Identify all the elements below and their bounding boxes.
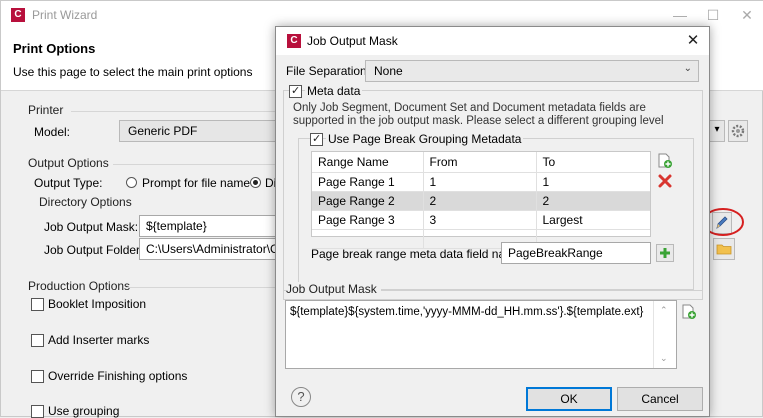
table-cell: Page Range 1 — [312, 172, 423, 192]
table-cell: 2 — [535, 191, 650, 211]
booklet-imposition-checkbox[interactable] — [31, 298, 44, 311]
col-header-from: From — [422, 152, 536, 173]
app-logo: C — [11, 8, 25, 22]
table-cell: 3 — [422, 210, 536, 230]
job-output-folder-label: Job Output Folder: — [44, 243, 144, 257]
page-title: Print Options — [13, 41, 96, 56]
radio-prompt-file-name[interactable] — [126, 177, 137, 188]
chevron-down-icon[interactable]: ▾ — [709, 120, 725, 142]
page-break-label: Use Page Break Grouping Metadata — [326, 132, 524, 146]
job-output-mask-label: Job Output Mask: — [44, 220, 139, 234]
help-button[interactable]: ? — [291, 387, 311, 407]
cancel-button[interactable]: Cancel — [617, 387, 703, 411]
table-cell: Page Range 2 — [312, 191, 423, 211]
add-document-icon — [658, 153, 672, 168]
wizard-titlebar — [1, 1, 763, 29]
file-separation-label: File Separation: — [286, 64, 371, 78]
scroll-down-icon[interactable]: ⌄ — [660, 353, 668, 364]
file-separation-select[interactable]: None ⌄ — [365, 60, 699, 82]
maximize-button[interactable]: ☐ — [698, 5, 728, 25]
job-output-folder-input[interactable]: C:\Users\Administrator\Conn — [139, 238, 279, 260]
textarea-scrollbar[interactable]: ⌃ ⌄ — [653, 301, 675, 368]
delete-row-button[interactable] — [657, 173, 673, 189]
job-output-mask-input[interactable]: ${template} — [139, 215, 279, 237]
scroll-up-icon[interactable]: ⌃ — [660, 305, 668, 316]
job-output-mask-group-label: Job Output Mask — [286, 282, 381, 296]
inserter-marks-label: Add Inserter marks — [48, 333, 150, 347]
add-field-button[interactable] — [656, 244, 674, 262]
job-output-mask-textarea[interactable]: ${template}${system.time,'yyyy-MMM-dd_HH… — [285, 300, 677, 369]
chevron-down-icon: ⌄ — [683, 63, 692, 74]
directory-options-group-label: Directory Options — [39, 195, 132, 209]
delete-icon — [658, 174, 672, 188]
output-options-group-label: Output Options — [28, 156, 109, 170]
minimize-button[interactable]: — — [665, 5, 695, 25]
booklet-imposition-label: Booklet Imposition — [48, 297, 147, 311]
table-row[interactable]: Page Range 3 3 Largest — [312, 210, 650, 230]
close-button[interactable]: ✕ — [732, 5, 762, 25]
override-finishing-label: Override Finishing options — [48, 369, 188, 383]
group-divider — [126, 287, 281, 288]
production-options-group-label: Production Options — [28, 279, 131, 293]
col-header-to: To — [535, 152, 650, 173]
model-label: Model: — [34, 125, 71, 139]
job-output-mask-dialog: C Job Output Mask ✕ File Separation: Non… — [275, 26, 710, 417]
app-logo: C — [287, 34, 301, 48]
add-document-icon — [682, 304, 696, 319]
table-row[interactable]: Page Range 222 — [312, 191, 650, 211]
use-grouping-label: Use grouping — [48, 404, 120, 418]
printer-group-label: Printer — [28, 103, 64, 117]
radio-prompt-label: Prompt for file name — [142, 176, 251, 190]
dialog-close-button[interactable]: ✕ — [682, 32, 704, 50]
folder-icon — [716, 244, 732, 255]
meta-data-label: Meta data — [305, 84, 363, 98]
output-type-label: Output Type: — [34, 176, 103, 190]
field-name-label: Page break range meta data field name: — [311, 247, 526, 261]
group-divider — [71, 111, 281, 112]
group-divider — [113, 164, 281, 165]
job-output-mask-text: ${template}${system.time,'yyyy-MMM-dd_HH… — [290, 306, 644, 318]
file-separation-value: None — [374, 64, 403, 78]
col-header-range-name: Range Name — [312, 152, 423, 173]
page-description: Use this page to select the main print o… — [13, 65, 253, 79]
radio-directory[interactable] — [250, 177, 261, 188]
inserter-marks-checkbox[interactable] — [31, 334, 44, 347]
field-name-input[interactable]: PageBreakRange — [501, 242, 651, 264]
table-cell: 1 — [422, 172, 536, 192]
ok-button[interactable]: OK — [526, 387, 612, 411]
printer-settings-button[interactable] — [728, 120, 748, 142]
add-row-button[interactable] — [657, 153, 673, 169]
table-cell: 2 — [422, 191, 536, 211]
gear-icon — [731, 124, 745, 138]
table-cell: Page Range 3 — [312, 210, 423, 230]
table-cell: Largest — [535, 210, 650, 230]
meta-data-checkbox[interactable] — [289, 84, 302, 98]
use-grouping-checkbox[interactable] — [31, 405, 44, 418]
browse-folder-button[interactable] — [713, 238, 735, 260]
override-finishing-checkbox[interactable] — [31, 370, 44, 383]
page-break-checkbox[interactable] — [310, 132, 323, 146]
meta-data-note: Only Job Segment, Document Set and Docum… — [293, 102, 664, 127]
table-cell — [312, 229, 423, 249]
table-header-row: Range Name From To — [312, 152, 650, 173]
plus-icon — [660, 248, 670, 258]
table-cell: 1 — [535, 172, 650, 192]
model-select[interactable]: Generic PDF — [119, 120, 279, 142]
page-range-table: Range Name From To Page Range 1 1 1 Page Ra… — [311, 151, 651, 249]
dialog-title: Job Output Mask — [307, 34, 398, 48]
insert-variable-button[interactable] — [681, 304, 697, 320]
table-row[interactable]: Page Range 111 — [312, 172, 650, 192]
window-title: Print Wizard — [32, 8, 98, 22]
